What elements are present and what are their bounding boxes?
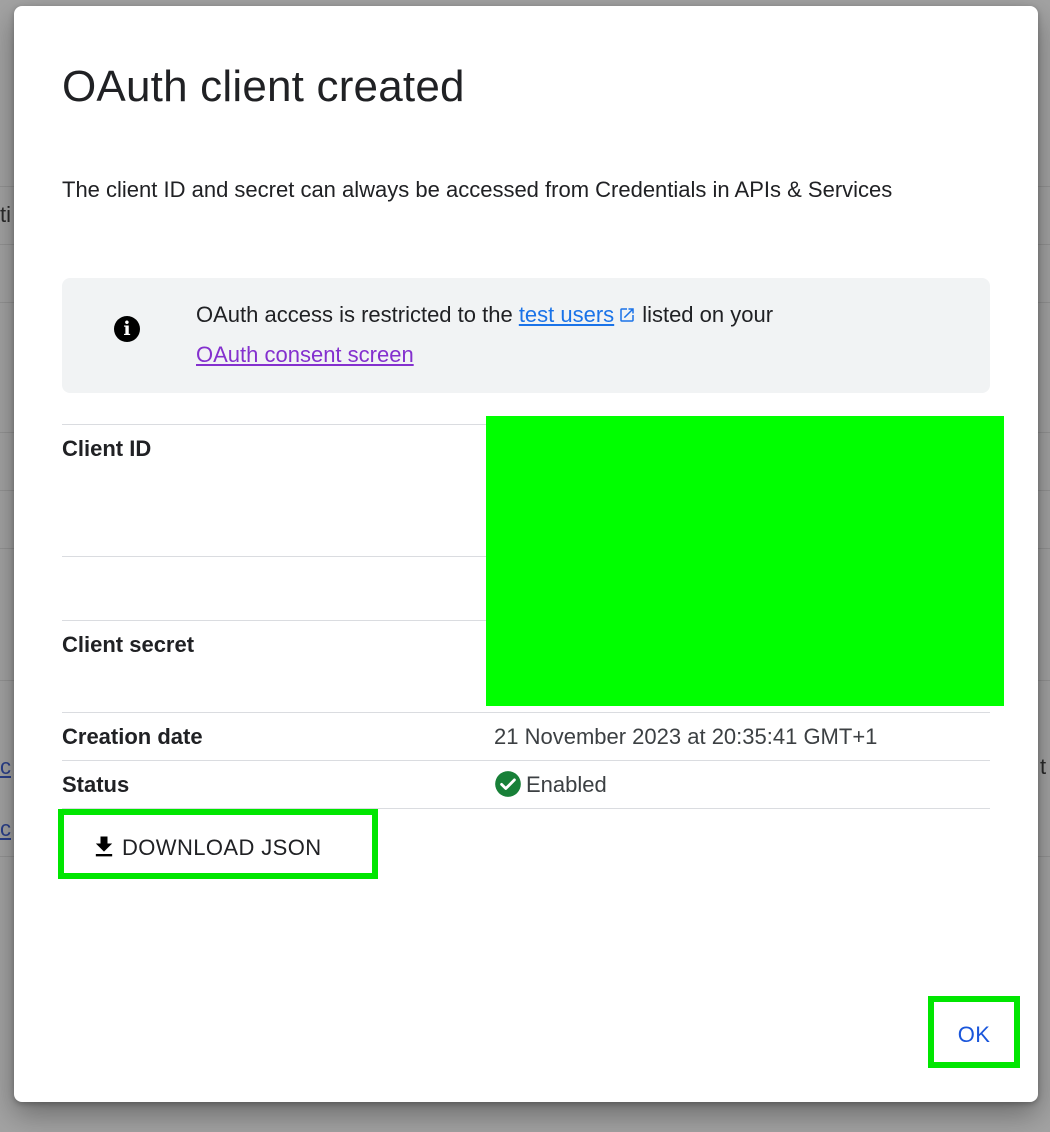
creation-date-label: Creation date	[62, 724, 203, 749]
status-value: Enabled	[494, 770, 607, 798]
bg-link-fragment[interactable]: c	[0, 816, 11, 842]
info-banner: i OAuth access is restricted to the test…	[62, 278, 990, 393]
info-text-after: listed on your	[642, 302, 774, 327]
download-icon	[95, 836, 113, 857]
check-circle-icon	[495, 771, 521, 797]
info-icon: i	[114, 316, 140, 342]
status-text: Enabled	[526, 772, 607, 797]
dialog-title: OAuth client created	[62, 62, 465, 111]
open-in-new-icon[interactable]	[618, 306, 636, 324]
download-json-label: DOWNLOAD JSON	[122, 835, 322, 860]
download-json-button[interactable]: DOWNLOAD JSON	[58, 809, 378, 879]
oauth-client-created-dialog: OAuth client created The client ID and s…	[14, 6, 1038, 1102]
bg-text-fragment: ti	[0, 202, 11, 227]
oauth-consent-screen-link[interactable]: OAuth consent screen	[196, 342, 414, 367]
client-id-label: Client ID	[62, 436, 152, 461]
bg-text-fragment: t	[1040, 754, 1047, 779]
ok-button[interactable]: OK	[928, 996, 1020, 1068]
status-label: Status	[62, 772, 130, 797]
redacted-credentials	[486, 416, 1004, 706]
dialog-description: The client ID and secret can always be a…	[62, 177, 893, 202]
ok-button-label: OK	[957, 1022, 991, 1047]
test-users-link[interactable]: test users	[519, 302, 614, 327]
row-divider	[62, 760, 990, 761]
info-text-before: OAuth access is restricted to the	[196, 302, 519, 327]
creation-date-value: 21 November 2023 at 20:35:41 GMT+1	[494, 724, 878, 749]
client-secret-label: Client secret	[62, 632, 195, 657]
bg-link-fragment[interactable]: c	[0, 754, 11, 780]
info-banner-text: OAuth access is restricted to the test u…	[196, 295, 956, 375]
row-divider	[62, 712, 990, 713]
